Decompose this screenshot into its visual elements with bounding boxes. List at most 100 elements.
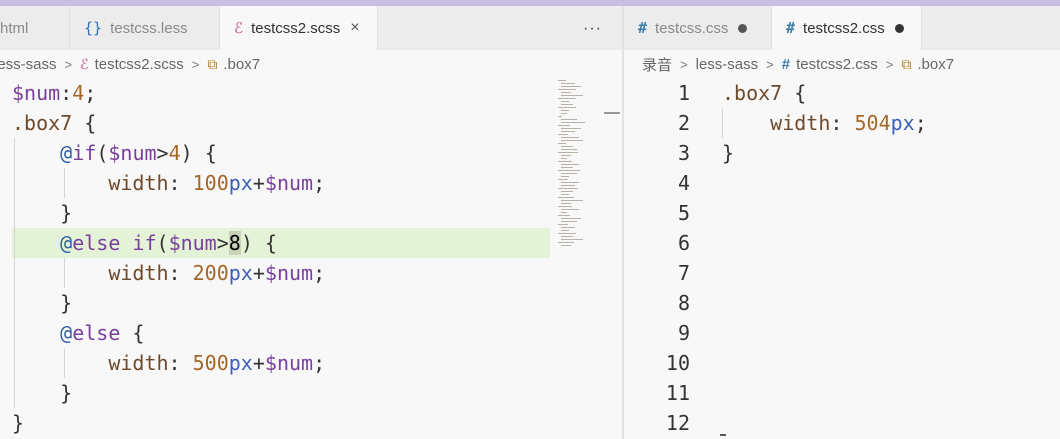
css-hash-icon: # (781, 55, 791, 73)
unsaved-dot-icon[interactable] (894, 23, 904, 33)
code-token: $num (264, 261, 314, 285)
code-token: ; (313, 171, 326, 195)
tab-testcss2-scss[interactable]: ℰ testcss2.scss × (220, 6, 378, 50)
sass-icon: ℰ (234, 19, 244, 37)
code-token: if (72, 141, 97, 165)
tab-testcss2-css[interactable]: # testcss2.css (772, 6, 922, 50)
css-editor[interactable]: 1 2 3 4 5 6 7 8 9 10 11 12 .box7 { width: 504px;} (624, 78, 1060, 439)
minimap-line (561, 209, 579, 210)
code-token: > (156, 141, 169, 165)
line-number: 8 (677, 291, 690, 315)
minimap-line (558, 215, 570, 216)
tab-label: testcss2.scss (251, 19, 341, 37)
breadcrumb-file[interactable]: testcss2.css (796, 56, 878, 73)
code-token: { (120, 321, 145, 345)
tab-testcss-css[interactable]: # testcss.css (624, 6, 772, 50)
minimap-line (561, 149, 577, 150)
sass-icon: ℰ (80, 55, 89, 72)
line-number: 2 (677, 111, 690, 135)
scrollbar[interactable] (604, 112, 620, 114)
tab-html[interactable]: html (0, 6, 70, 50)
code-line[interactable]: .box7 { (12, 108, 96, 138)
close-icon[interactable]: × (350, 19, 359, 37)
code-line[interactable]: } (12, 288, 72, 318)
breadcrumb-root[interactable]: 录音 (642, 54, 672, 75)
code-line[interactable]: $num:4; (12, 78, 96, 108)
minimap-line (558, 152, 578, 153)
minimap-line (558, 206, 572, 207)
tab-testcss-less[interactable]: {} testcss.less (70, 6, 220, 50)
minimap-line (561, 200, 583, 201)
code-line[interactable]: } (12, 198, 72, 228)
right-editor-tabbar: # testcss.css # testcss2.css (624, 6, 1060, 50)
code-token: : (60, 81, 73, 105)
minimap-line (561, 230, 569, 231)
minimap-line (561, 245, 571, 246)
left-editor-tabbar: html {} testcss.less ℰ testcss2.scss × ·… (0, 6, 622, 50)
code-token: : (168, 171, 193, 195)
css-hash-icon: # (638, 19, 648, 37)
breadcrumb-folder[interactable]: less-sass (0, 56, 57, 73)
code-token: width (108, 351, 169, 375)
scss-editor[interactable]: $num:4; .box7 { @if($num>4) { width: 100p… (0, 78, 622, 439)
code-line[interactable]: @else if($num>8) { (12, 228, 277, 258)
minimap-line (561, 140, 583, 141)
chevron-right-icon: > (766, 56, 774, 72)
code-line[interactable]: width: 500px+$num; (12, 348, 325, 378)
code-token: ) { (240, 231, 277, 255)
code-token: { (72, 111, 97, 135)
code-line[interactable]: width: 200px+$num; (12, 258, 325, 288)
minimap-line (558, 89, 576, 90)
breadcrumb: less-sass > ℰ testcss2.scss > ⧉ .box7 (0, 50, 622, 78)
symbol-class-icon: ⧉ (207, 55, 218, 72)
code-token: + (252, 261, 265, 285)
minimap-line (561, 101, 569, 102)
minimap-line (561, 137, 579, 138)
more-actions-icon[interactable]: ··· (583, 20, 602, 38)
code-token: ; (313, 261, 326, 285)
code-token: @ (60, 321, 73, 345)
tab-label: testcss.less (110, 19, 188, 37)
breadcrumb-folder[interactable]: less-sass (696, 56, 759, 73)
minimap-line (561, 83, 575, 84)
code-token: $num (12, 81, 61, 105)
minimap-line (561, 185, 575, 186)
code-token: $num (108, 141, 157, 165)
code-line[interactable]: @else { (12, 318, 144, 348)
code-line[interactable]: } (12, 408, 24, 438)
code-line[interactable]: } (12, 378, 72, 408)
code-line[interactable]: .box7 { (722, 78, 806, 108)
minimap-line (561, 164, 579, 165)
code-line[interactable]: width: 100px+$num; (12, 168, 325, 198)
breadcrumb-symbol[interactable]: .box7 (223, 56, 260, 73)
minimap-line (561, 92, 571, 93)
code-line[interactable]: } (722, 138, 734, 168)
minimap-line (561, 146, 573, 147)
minimap-line (561, 203, 571, 204)
code-line[interactable]: @if($num>4) { (12, 138, 217, 168)
minimap-line (558, 197, 574, 198)
minimap-line (558, 170, 580, 171)
code-token: > (216, 231, 229, 255)
minimap-line (561, 131, 575, 132)
code-token: ; (313, 351, 326, 375)
minimap-line (558, 134, 568, 135)
breadcrumb-symbol[interactable]: .box7 (917, 56, 954, 73)
minimap-line (561, 158, 567, 159)
code-token: $num (264, 171, 314, 195)
minimap[interactable] (556, 78, 596, 278)
breadcrumb-file[interactable]: testcss2.scss (95, 56, 184, 73)
unsaved-dot-icon[interactable] (738, 23, 748, 33)
minimap-line (561, 110, 569, 111)
minimap-line (558, 161, 572, 162)
minimap-line (561, 86, 581, 87)
code-line[interactable]: width: 504px; (722, 108, 927, 138)
code-token: 200 (192, 261, 229, 285)
minimap-line (561, 122, 585, 123)
minimap-line (558, 107, 576, 108)
minimap-line (561, 182, 579, 183)
code-token: } (12, 381, 73, 405)
